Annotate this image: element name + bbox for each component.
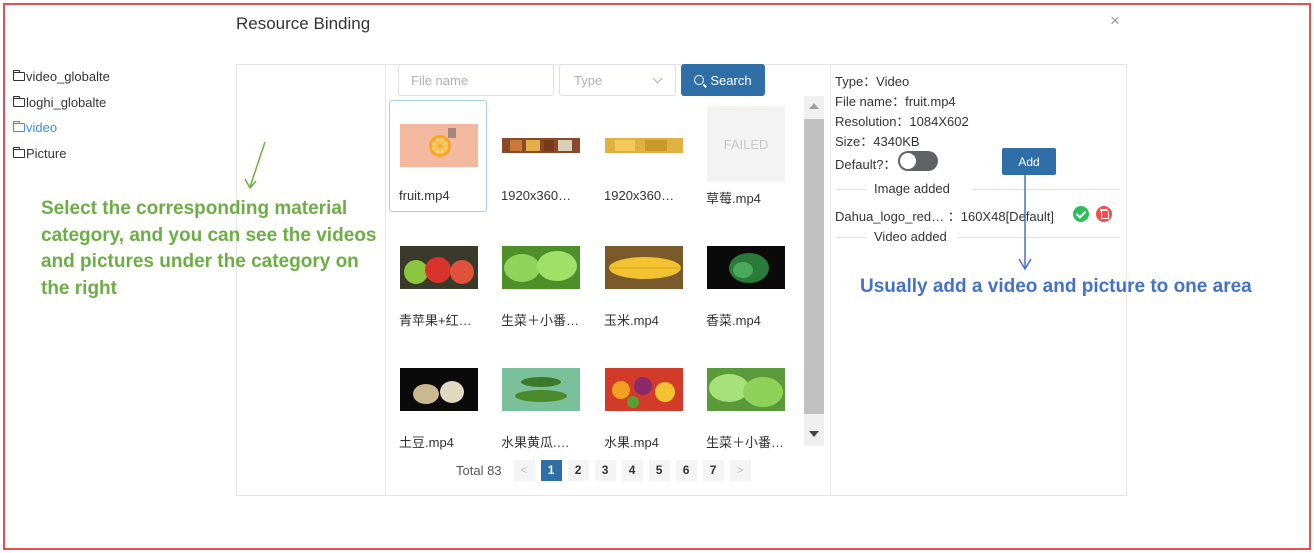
thumbnail-cucumber (502, 368, 580, 411)
page-button-2[interactable]: 2 (567, 459, 589, 481)
divider (836, 237, 866, 238)
thumbnail-apples (400, 246, 478, 289)
file-card[interactable]: 1920x360… (594, 100, 692, 212)
type-select[interactable]: Type (559, 64, 676, 96)
tree-item-label: video (26, 120, 58, 135)
add-button[interactable]: Add (1002, 148, 1056, 175)
scroll-up-arrow-icon[interactable] (809, 103, 819, 109)
page-button-7[interactable]: 7 (702, 459, 724, 481)
file-name: 生菜＋小番… (706, 435, 785, 450)
file-name: 草莓.mp4 (706, 191, 761, 206)
file-name: 青苹果+红… (399, 313, 472, 328)
tree-item-video[interactable]: video (13, 120, 57, 135)
default-label: Default?： (835, 157, 897, 172)
check-icon[interactable] (1073, 206, 1089, 222)
folder-icon (13, 70, 25, 81)
annotation-add-hint: Usually add a video and picture to one a… (860, 276, 1252, 297)
page-button-1[interactable]: 1 (540, 459, 562, 481)
detail-file-name: File name：fruit.mp4 (835, 94, 956, 109)
scroll-down-arrow-icon[interactable] (809, 431, 819, 437)
file-name: 1920x360… (604, 188, 675, 203)
thumbnail-potato (400, 368, 478, 411)
video-added-heading: Video added (874, 229, 947, 244)
tree-item-label: Picture (26, 146, 67, 161)
detail-resolution: Resolution：1084X602 (835, 114, 969, 129)
file-card[interactable]: 青苹果+红… (389, 222, 487, 334)
next-page-button[interactable]: > (729, 459, 751, 481)
tree-item-label: loghi_globalte (26, 95, 107, 110)
file-card[interactable]: FAILED 草莓.mp4 (696, 100, 794, 212)
file-name: 香菜.mp4 (706, 313, 761, 328)
toggle-knob (900, 153, 916, 169)
scrollbar-thumb[interactable] (804, 119, 824, 414)
file-card[interactable]: 香菜.mp4 (696, 222, 794, 334)
close-icon[interactable]: × (1110, 11, 1120, 31)
thumbnail-orange (400, 124, 478, 167)
thumbnail-strip (502, 138, 580, 153)
total-count: Total 83 (456, 462, 502, 478)
page-button-6[interactable]: 6 (675, 459, 697, 481)
thumbnail-coriander (707, 246, 785, 289)
divider (972, 189, 1120, 190)
folder-icon (13, 147, 25, 158)
page-button-5[interactable]: 5 (648, 459, 670, 481)
chevron-down-icon (652, 73, 663, 83)
file-name: 水果.mp4 (604, 435, 659, 450)
thumbnail-lettuce (707, 368, 785, 411)
tree-item-loghi-globalte[interactable]: loghi_globalte (13, 95, 106, 110)
file-name: 土豆.mp4 (399, 435, 454, 450)
page-button-3[interactable]: 3 (594, 459, 616, 481)
tree-item-video-globalte[interactable]: video_globalte (13, 69, 110, 84)
tree-item-label: video_globalte (26, 69, 110, 84)
folder-open-icon (13, 121, 25, 132)
file-card[interactable]: 玉米.mp4 (594, 222, 692, 334)
prev-page-button[interactable]: < (513, 459, 535, 481)
delete-icon[interactable] (1096, 206, 1112, 222)
file-name: 1920x360… (501, 188, 572, 203)
file-card-fruit[interactable]: fruit.mp4 (389, 100, 487, 212)
search-icon (694, 75, 705, 85)
image-added-heading: Image added (874, 181, 950, 196)
tree-item-picture[interactable]: Picture (13, 146, 66, 161)
file-name: 生菜＋小番… (501, 313, 580, 328)
page-button-4[interactable]: 4 (621, 459, 643, 481)
search-button[interactable]: Search (681, 64, 765, 96)
thumbnail-strip (605, 138, 683, 153)
file-card[interactable]: 水果.mp4 (594, 344, 692, 456)
thumbnail-failed: FAILED (707, 106, 785, 182)
thumbnail-lettuce (502, 246, 580, 289)
search-button-label: Search (710, 72, 752, 88)
dialog-title: Resource Binding (236, 14, 371, 33)
file-card[interactable]: 水果黄瓜.… (491, 344, 589, 456)
annotation-category-hint: Select the corresponding material catego… (41, 198, 377, 299)
type-select-value: Type (574, 72, 603, 88)
file-name: 水果黄瓜.… (501, 435, 570, 450)
file-card[interactable]: 土豆.mp4 (389, 344, 487, 456)
file-card[interactable]: 生菜＋小番… (491, 222, 589, 334)
pagination: Total 83 < 1 2 3 4 5 6 7 > (456, 459, 757, 481)
detail-type: Type：Video (835, 74, 910, 89)
image-entry: Dahua_logo_red… ：160X48[Default] (835, 209, 1054, 224)
file-card[interactable]: 1920x360… (491, 100, 589, 212)
default-toggle[interactable] (898, 151, 938, 171)
thumbnail-corn (605, 246, 683, 289)
divider (958, 237, 1120, 238)
file-name: fruit.mp4 (399, 188, 450, 203)
file-name: 玉米.mp4 (604, 313, 659, 328)
thumbnail-fruits (605, 368, 683, 411)
file-card[interactable]: 生菜＋小番… (696, 344, 794, 456)
detail-size: Size：4340KB (835, 134, 920, 149)
divider (836, 189, 866, 190)
file-name-input[interactable] (398, 64, 554, 96)
folder-icon (13, 96, 25, 107)
